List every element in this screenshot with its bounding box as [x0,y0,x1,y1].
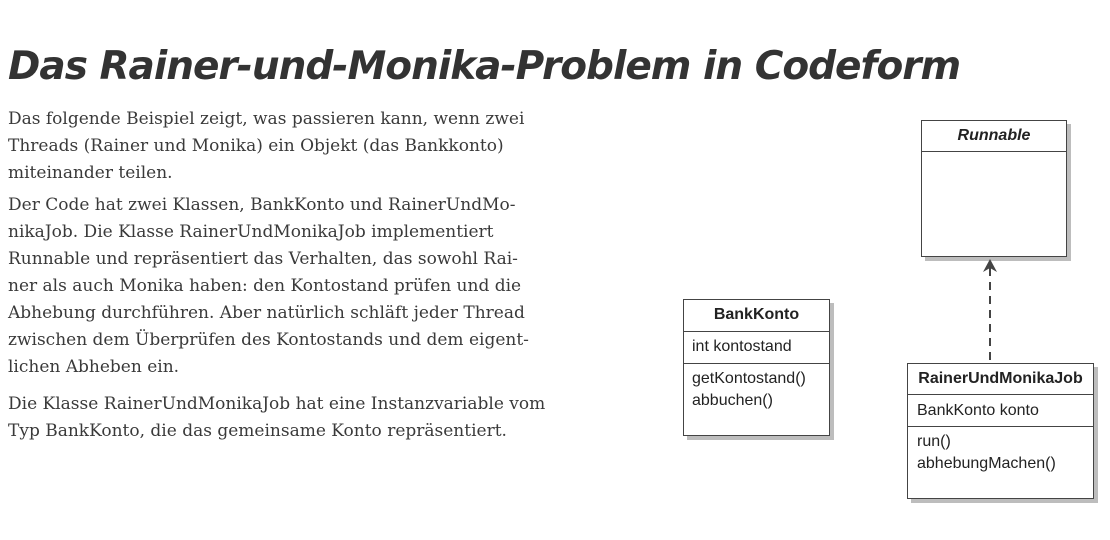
uml-methods: getKontostand() abbuchen() [684,364,829,412]
uml-method: run() [917,433,951,450]
uml-class-bankkonto: BankKonto int kontostand getKontostand()… [683,299,830,436]
uml-interface-runnable: Runnable [921,120,1067,257]
uml-class-rainerundmonikajob: RainerUndMonikaJob BankKonto konto run()… [907,363,1094,499]
intro-paragraph: Das folgende Beispiel zeigt, was passier… [8,106,524,187]
paragraph-line: Threads (Rainer und Monika) ein Objekt (… [8,136,504,156]
paragraph-line: nikaJob. Die Klasse RainerUndMonikaJob i… [8,222,494,242]
paragraph-line: Typ BankKonto, die das gemeinsame Konto … [8,421,507,441]
instance-variable-paragraph: Die Klasse RainerUndMonikaJob hat eine I… [8,391,545,445]
paragraph-line: Runnable und repräsentiert das Verhalten… [8,249,518,269]
paragraph-line: ner als auch Monika haben: den Kontostan… [8,276,522,296]
uml-method: abbuchen() [692,392,773,409]
paragraph-line: lichen Abheben ein. [8,357,180,377]
uml-attribute: int kontostand [692,338,792,355]
uml-class-name: RainerUndMonikaJob [908,364,1093,395]
uml-methods: run() abhebungMachen() [908,427,1093,475]
paragraph-line: Der Code hat zwei Klassen, BankKonto und… [8,195,516,215]
paragraph-line: zwischen dem Überprüfen des Kontostands … [8,330,529,350]
paragraph-line: miteinander teilen. [8,163,173,183]
uml-class-name: Runnable [922,121,1066,152]
uml-method: abhebungMachen() [917,455,1056,472]
uml-class-name: BankKonto [684,300,829,332]
uml-attributes: int kontostand [684,332,829,364]
uml-attribute: BankKonto konto [917,402,1039,419]
implements-arrow [983,259,997,364]
paragraph-line: Die Klasse RainerUndMonikaJob hat eine I… [8,394,546,414]
uml-method: getKontostand() [692,370,806,387]
classes-paragraph: Der Code hat zwei Klassen, BankKonto und… [8,192,529,381]
page-title: Das Rainer-und-Monika-Problem in Codefor… [8,44,961,89]
uml-attributes: BankKonto konto [908,395,1093,427]
paragraph-line: Abhebung durchführen. Aber natürlich sch… [8,303,525,323]
paragraph-line: Das folgende Beispiel zeigt, was passier… [8,109,525,129]
